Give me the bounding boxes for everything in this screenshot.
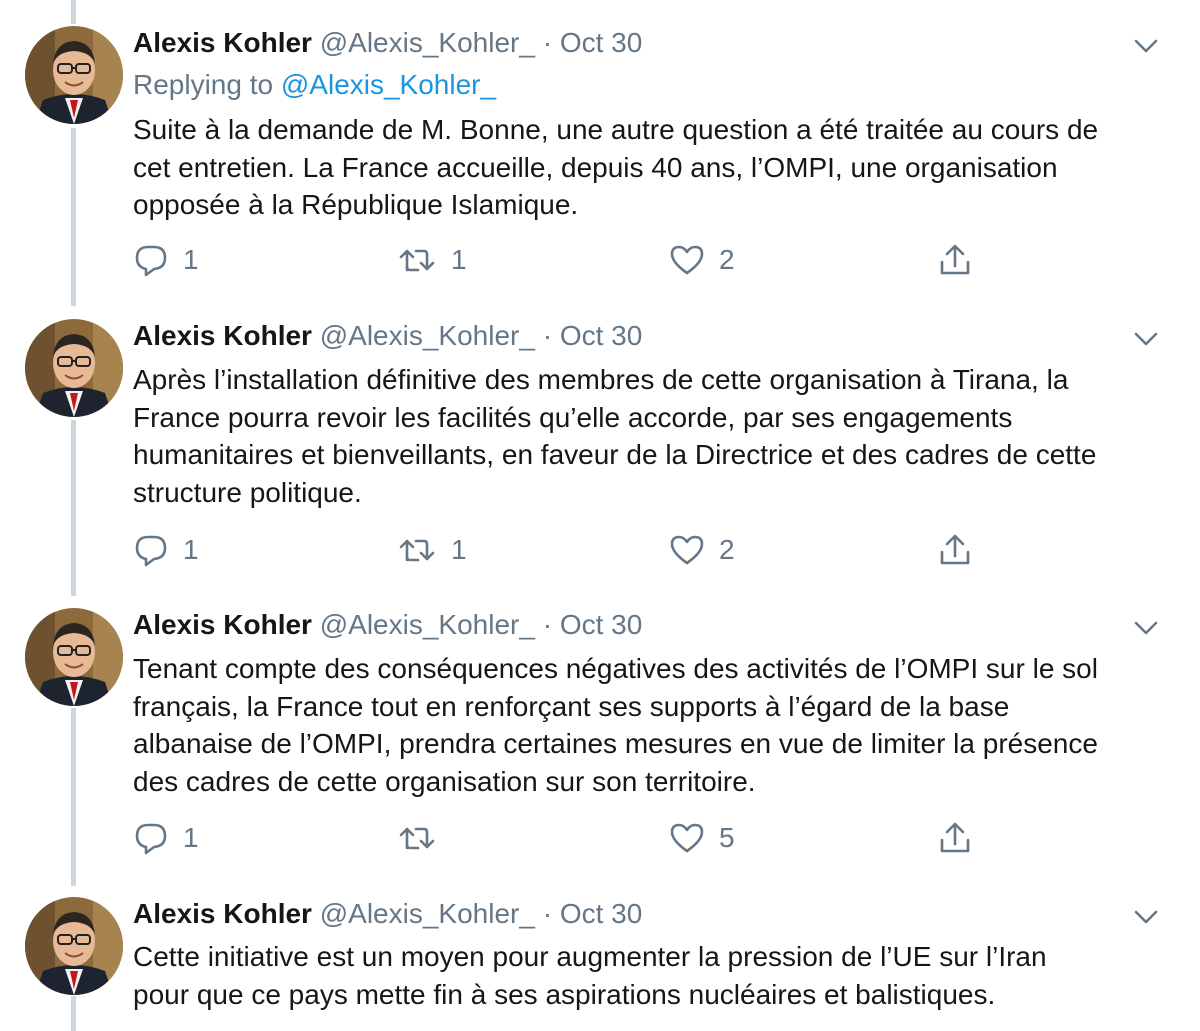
share-button[interactable] — [937, 240, 973, 280]
share-icon — [940, 534, 970, 565]
avatar-image — [25, 319, 123, 417]
tweet-actions: 1 1 2 — [133, 240, 1133, 280]
separator-dot: · — [542, 609, 553, 640]
author-name[interactable]: Alexis Kohler — [133, 320, 312, 351]
author-handle[interactable]: @Alexis_Kohler_ — [320, 898, 535, 929]
avatar[interactable] — [25, 319, 123, 417]
retweet-button[interactable] — [397, 818, 451, 858]
reply-count: 1 — [183, 822, 199, 853]
avatar[interactable] — [25, 608, 123, 706]
retweet-icon — [399, 249, 435, 272]
retweet-icon — [399, 827, 435, 850]
like-button[interactable]: 2 — [669, 530, 735, 570]
reply-button[interactable]: 1 — [133, 530, 199, 570]
like-count: 2 — [719, 534, 735, 565]
avatar-image — [25, 26, 123, 124]
avatar[interactable] — [25, 897, 123, 995]
replying-to: Replying to @Alexis_Kohler_ — [133, 66, 496, 104]
author-name[interactable]: Alexis Kohler — [133, 27, 312, 58]
author-handle[interactable]: @Alexis_Kohler_ — [320, 27, 535, 58]
avatar-image — [25, 608, 123, 706]
chevron-down-icon[interactable] — [1130, 34, 1162, 58]
share-button[interactable] — [937, 818, 973, 858]
author-name[interactable]: Alexis Kohler — [133, 609, 312, 640]
reply-icon — [135, 535, 167, 567]
reply-count: 1 — [183, 244, 199, 275]
like-icon — [670, 245, 704, 275]
chevron-down-icon[interactable] — [1130, 616, 1162, 640]
separator-dot: · — [542, 320, 553, 351]
separator-dot: · — [542, 898, 553, 929]
tweet-date[interactable]: Oct 30 — [560, 27, 642, 58]
tweet-date[interactable]: Oct 30 — [560, 609, 642, 640]
share-icon — [940, 822, 970, 853]
retweet-button[interactable]: 1 — [397, 240, 467, 280]
like-icon — [670, 823, 704, 853]
retweet-count: 1 — [451, 244, 467, 275]
reply-button[interactable]: 1 — [133, 240, 199, 280]
like-count: 5 — [719, 822, 735, 853]
chevron-down-icon[interactable] — [1130, 327, 1162, 351]
like-icon — [670, 535, 704, 565]
like-button[interactable]: 5 — [669, 818, 735, 858]
tweet-text: Après l’installation définitive des memb… — [133, 364, 1097, 508]
reply-button[interactable]: 1 — [133, 818, 199, 858]
reply-icon — [135, 245, 167, 277]
thread-line — [71, 0, 76, 24]
author-handle[interactable]: @Alexis_Kohler_ — [320, 320, 535, 351]
reply-icon — [135, 823, 167, 855]
like-button[interactable]: 2 — [669, 240, 735, 280]
replying-to-label: Replying to — [133, 69, 274, 100]
tweet-date[interactable]: Oct 30 — [560, 320, 642, 351]
tweet-actions: 1 5 — [133, 818, 1133, 858]
tweet-actions: 1 1 2 — [133, 530, 1133, 570]
separator-dot: · — [542, 27, 553, 58]
author-handle[interactable]: @Alexis_Kohler_ — [320, 609, 535, 640]
chevron-down-icon[interactable] — [1130, 905, 1162, 929]
author-name[interactable]: Alexis Kohler — [133, 898, 312, 929]
like-count: 2 — [719, 244, 735, 275]
tweet-text: Tenant compte des conséquences négatives… — [133, 653, 1098, 797]
tweet[interactable]: Alexis Kohler @Alexis_Kohler_ · Oct 30 T… — [0, 608, 1200, 888]
retweet-button[interactable]: 1 — [397, 530, 467, 570]
tweet[interactable]: Alexis Kohler @Alexis_Kohler_ · Oct 30 C… — [0, 897, 1200, 1031]
avatar-image — [25, 897, 123, 995]
tweet-date[interactable]: Oct 30 — [560, 898, 642, 929]
tweet-text: Cette initiative est un moyen pour augme… — [133, 941, 1047, 1010]
tweet[interactable]: Alexis Kohler @Alexis_Kohler_ · Oct 30 R… — [0, 26, 1200, 316]
replying-to-mention[interactable]: @Alexis_Kohler_ — [281, 69, 496, 100]
tweet[interactable]: Alexis Kohler @Alexis_Kohler_ · Oct 30 A… — [0, 319, 1200, 599]
share-button[interactable] — [937, 530, 973, 570]
reply-count: 1 — [183, 534, 199, 565]
retweet-count: 1 — [451, 534, 467, 565]
share-icon — [940, 244, 970, 275]
retweet-icon — [399, 539, 435, 562]
avatar[interactable] — [25, 26, 123, 124]
tweet-text: Suite à la demande de M. Bonne, une autr… — [133, 114, 1099, 220]
